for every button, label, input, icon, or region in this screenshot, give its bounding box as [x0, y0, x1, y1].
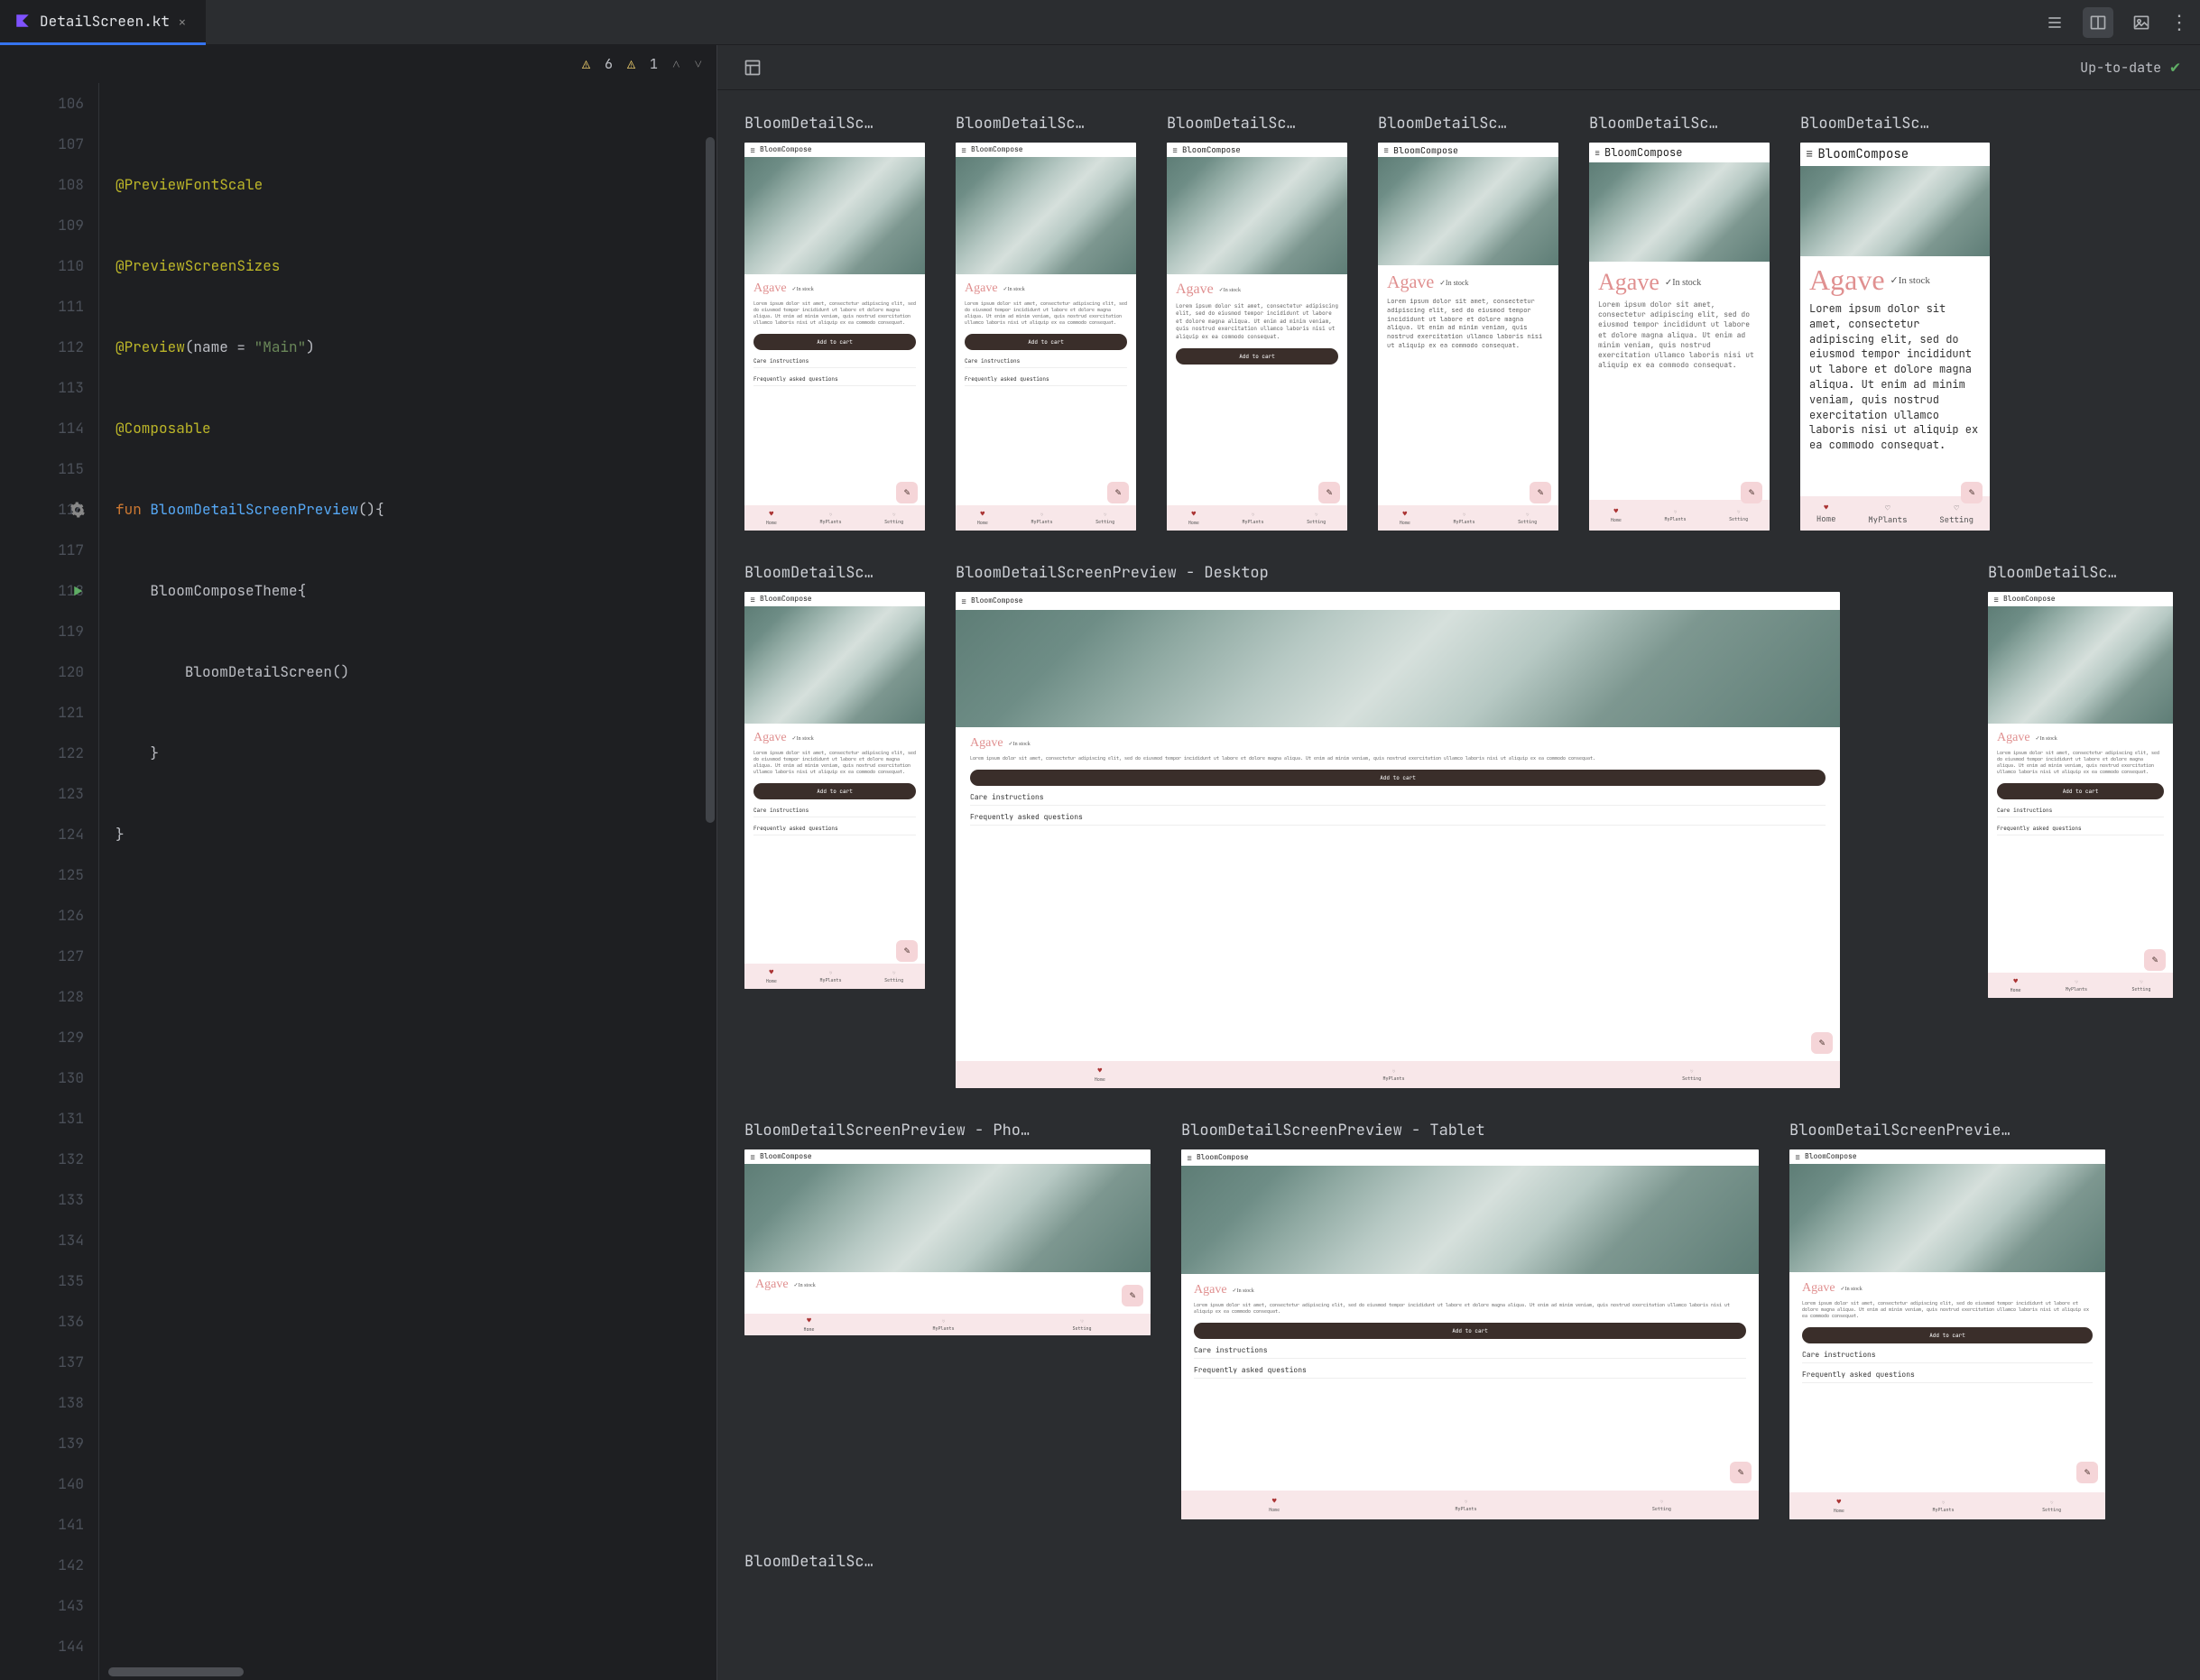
line-116: 116: [0, 489, 84, 530]
line-140: 140: [0, 1463, 84, 1504]
line-128: 128: [0, 976, 84, 1017]
vertical-scrollbar[interactable]: [706, 137, 715, 823]
preview-item-label: BloomDetailScreenPreview - Tablet: [1181, 1121, 1759, 1140]
preview-card[interactable]: ≡BloomCompose Agave✓In stock Lorem ipsum…: [1167, 143, 1347, 531]
file-tab-name: DetailScreen.kt: [40, 12, 170, 31]
file-tab[interactable]: DetailScreen.kt ✕: [0, 0, 206, 45]
preview-item-label: BloomDetailSc…: [1378, 114, 1558, 134]
line-131: 131: [0, 1098, 84, 1139]
inspections-bar[interactable]: ⚠ 6 ⚠ 1 ˄ ˅: [0, 45, 716, 83]
line-133: 133: [0, 1179, 84, 1220]
line-137: 137: [0, 1342, 84, 1382]
view-code-only-button[interactable]: [2039, 7, 2070, 38]
line-134: 134: [0, 1220, 84, 1260]
menu-icon: ≡: [750, 144, 755, 156]
kotlin-file-icon: [14, 13, 31, 29]
gear-icon: [69, 502, 86, 518]
line-114: 114: [0, 408, 84, 448]
preview-card-desktop[interactable]: ≡BloomCompose Agave✓In stock Lorem ipsum…: [956, 592, 1840, 1088]
preview-card-tablet[interactable]: ≡BloomCompose Agave✓In stock Lorem ipsum…: [1181, 1149, 1759, 1519]
code-area[interactable]: 106 107 108 109 110 111 112 113 114 115 …: [0, 83, 716, 1680]
line-139: 139: [0, 1423, 84, 1463]
editor-tabbar: DetailScreen.kt ✕ ⋮: [0, 0, 2200, 45]
preview-item-label: BloomDetailSc…: [1988, 563, 2173, 583]
preview-card[interactable]: ≡BloomCompose Agave✓In stock Lorem ipsum…: [1988, 592, 2173, 998]
line-117: 117: [0, 530, 84, 570]
preview-layout-button[interactable]: [737, 52, 768, 83]
line-122: 122: [0, 733, 84, 773]
preview-item-label: BloomDetailSc…: [744, 563, 925, 583]
prev-highlight-button[interactable]: ˄: [672, 55, 679, 73]
line-118: 118: [0, 570, 84, 611]
line-111: 111: [0, 286, 84, 327]
line-144: 144: [0, 1626, 84, 1666]
preview-card[interactable]: ≡BloomCompose Agave✓In stock Lorem ipsum…: [1789, 1149, 2105, 1519]
line-141: 141: [0, 1504, 84, 1545]
line-115: 115: [0, 448, 84, 489]
line-121: 121: [0, 692, 84, 733]
fab-edit-button: ✎: [896, 482, 918, 503]
line-110: 110: [0, 245, 84, 286]
line-136: 136: [0, 1301, 84, 1342]
line-124: 124: [0, 814, 84, 854]
preview-item-label: BloomDetailScreenPreview - Desktop: [956, 563, 1840, 583]
line-107: 107: [0, 124, 84, 164]
line-120: 120: [0, 651, 84, 692]
line-130: 130: [0, 1057, 84, 1098]
line-142: 142: [0, 1545, 84, 1585]
line-129: 129: [0, 1017, 84, 1057]
view-split-button[interactable]: [2083, 7, 2113, 38]
line-109: 109: [0, 205, 84, 245]
preview-card[interactable]: ≡BloomCompose Agave✓In stock Lorem ipsum…: [956, 143, 1136, 531]
warning-icon: ⚠: [627, 55, 635, 73]
pencil-icon: ✎: [904, 486, 911, 499]
check-icon: ✔: [2170, 57, 2180, 78]
code-editor-pane: ⚠ 6 ⚠ 1 ˄ ˅ 106 107 108 109 110 111 112 11…: [0, 45, 717, 1680]
line-145: 145: [0, 1666, 84, 1680]
preview-item-label: BloomDetailSc…: [1589, 114, 1770, 134]
more-actions-button[interactable]: ⋮: [2169, 9, 2187, 35]
line-106: 106: [0, 83, 84, 124]
line-108: 108: [0, 164, 84, 205]
preview-item-label: BloomDetailSc…: [1167, 114, 1347, 134]
preview-card[interactable]: ≡BloomCompose Agave✓In stock Lorem ipsum…: [1800, 143, 1990, 531]
line-gutter: 106 107 108 109 110 111 112 113 114 115 …: [0, 83, 99, 1680]
horizontal-scrollbar[interactable]: [108, 1667, 244, 1676]
preview-card[interactable]: ≡BloomCompose Agave✓In stock Lorem ipsum…: [1378, 143, 1558, 531]
line-132: 132: [0, 1139, 84, 1179]
preview-item-label: BloomDetailScreenPreview - Pho…: [744, 1121, 1151, 1140]
code-lines[interactable]: @PreviewFontScale @PreviewScreenSizes @P…: [99, 83, 716, 1680]
preview-item-label: BloomDetailScreenPrevie…: [1789, 1121, 2105, 1140]
preview-card[interactable]: ≡BloomCompose Agave✓In stock Lorem ipsum…: [744, 143, 925, 531]
view-design-only-button[interactable]: [2126, 7, 2157, 38]
line-119: 119: [0, 611, 84, 651]
warning-icon: ⚠: [582, 55, 590, 73]
preview-pane: Up-to-date ✔ BloomDetailSc… ≡BloomCompos…: [717, 45, 2200, 1680]
line-123: 123: [0, 773, 84, 814]
line-127: 127: [0, 936, 84, 976]
preview-card[interactable]: ≡BloomCompose Agave✓In stock Lorem ipsum…: [1589, 143, 1770, 531]
line-138: 138: [0, 1382, 84, 1423]
preview-item-label: BloomDetailSc…: [744, 114, 925, 134]
next-highlight-button[interactable]: ˅: [695, 55, 702, 73]
line-135: 135: [0, 1260, 84, 1301]
preview-item-label: BloomDetailSc…: [956, 114, 1136, 134]
preview-card[interactable]: ≡BloomCompose Agave✓In stock Lorem ipsum…: [744, 592, 925, 989]
run-icon[interactable]: [69, 583, 86, 599]
preview-card-phone-landscape[interactable]: ≡BloomCompose Agave✓In stock ✎ ♥Home♡MyP…: [744, 1149, 1151, 1335]
preview-canvas[interactable]: BloomDetailSc… ≡BloomCompose Agave✓In st…: [717, 90, 2200, 1680]
line-112: 112: [0, 327, 84, 367]
preview-item-label: BloomDetailSc…: [1800, 114, 1990, 134]
heart-icon: ♥: [769, 510, 773, 519]
close-icon[interactable]: ✕: [179, 14, 191, 27]
line-125: 125: [0, 854, 84, 895]
warning-count-2: 1: [650, 55, 658, 73]
line-143: 143: [0, 1585, 84, 1626]
warning-count-1: 6: [605, 55, 613, 73]
line-113: 113: [0, 367, 84, 408]
preview-status: Up-to-date ✔: [2080, 57, 2180, 78]
line-126: 126: [0, 895, 84, 936]
preview-item-label: BloomDetailSc…: [744, 1552, 925, 1572]
